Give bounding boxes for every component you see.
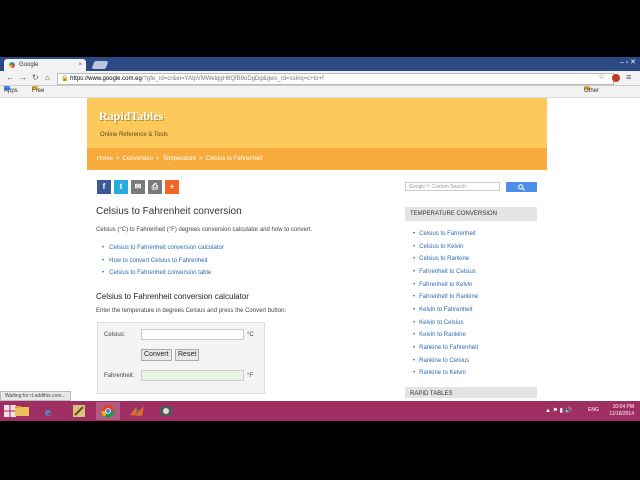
address-bar[interactable]: 🔒 https://www.google.com.eg/?gfe_rd=cr&e… bbox=[57, 73, 614, 85]
intro-text: Celsius (°C) to Fahrenheit (°F) degrees … bbox=[96, 227, 313, 233]
language-indicator[interactable]: ENG bbox=[588, 407, 599, 413]
clock[interactable]: 10:04 PM 11/16/2014 bbox=[609, 404, 634, 418]
fahrenheit-label: Fahrenheit: bbox=[104, 373, 135, 379]
browser-toolbar: ← → ↻ ⌂ 🔒 https://www.google.com.eg/?gfe… bbox=[0, 71, 640, 86]
calculator-title: Celsius to Fahrenheit conversion calcula… bbox=[96, 292, 249, 301]
reload-icon[interactable]: ↻ bbox=[32, 72, 39, 84]
converter-form: Celsius: °C Convert Reset Fahrenheit: °F bbox=[97, 322, 265, 394]
lock-icon: 🔒 bbox=[61, 76, 69, 82]
celsius-label: Celsius: bbox=[104, 332, 126, 338]
url-host: https://www.google.com.eg bbox=[70, 76, 142, 82]
google-favicon-icon bbox=[9, 62, 15, 68]
forward-icon[interactable]: → bbox=[19, 72, 27, 84]
web-page: RapidTables Online Reference & Tools Hom… bbox=[0, 98, 640, 398]
recorder-icon bbox=[160, 406, 172, 416]
back-icon[interactable]: ← bbox=[6, 72, 14, 84]
explorer-taskbar-button[interactable] bbox=[10, 402, 34, 420]
window-controls[interactable]: – ▫ ✕ bbox=[620, 58, 636, 66]
bookmarks-bar: Apps Free Lisps Other bookmarks bbox=[0, 86, 640, 105]
site-logo[interactable]: RapidTables bbox=[99, 109, 163, 124]
email-icon[interactable]: ✉ bbox=[131, 180, 145, 194]
toc-link[interactable]: How to convert Celsius to Fahrenheit bbox=[102, 258, 207, 264]
breadcrumb-current: Celsius to Fahrenheit bbox=[205, 156, 263, 162]
page-title: Celsius to Fahrenheit conversion bbox=[96, 206, 242, 217]
folder-icon bbox=[15, 406, 29, 416]
fahrenheit-output[interactable] bbox=[141, 370, 244, 381]
toc-link[interactable]: Celsius to Fahrenheit conversion calcula… bbox=[102, 245, 224, 251]
tab-close-icon[interactable]: × bbox=[78, 59, 82, 71]
site-tagline: Online Reference & Tools bbox=[100, 132, 168, 138]
breadcrumb-separator: > bbox=[116, 156, 120, 162]
search-icon bbox=[518, 184, 525, 191]
bookmark-apps-label: Apps bbox=[4, 88, 18, 94]
search-button[interactable] bbox=[506, 182, 537, 192]
convert-button[interactable]: Convert bbox=[141, 349, 172, 361]
fahrenheit-unit: °F bbox=[247, 373, 254, 379]
breadcrumb-home[interactable]: Home bbox=[97, 156, 113, 162]
clock-time: 10:04 PM bbox=[612, 404, 634, 410]
home-icon[interactable]: ⌂ bbox=[45, 72, 50, 84]
chrome-taskbar-button[interactable] bbox=[96, 402, 120, 420]
sidebar-link[interactable]: Rankine to Fahrenheit bbox=[413, 345, 478, 351]
toc-link[interactable]: Celsius to Fahrenheit conversion table bbox=[102, 270, 211, 276]
tab-google[interactable]: Google × bbox=[4, 59, 86, 71]
sidebar-link[interactable]: Kelvin to Fahrenheit bbox=[413, 307, 472, 313]
sidebar-link[interactable]: Rankine to Kelvin bbox=[413, 370, 466, 376]
matlab-taskbar-button[interactable] bbox=[125, 402, 149, 420]
breadcrumb-conversion[interactable]: Conversion bbox=[123, 156, 153, 162]
reset-button[interactable]: Reset bbox=[175, 349, 200, 361]
status-bubble: Waiting for rt.addthis.com... bbox=[0, 391, 71, 401]
breadcrumb-temperature[interactable]: Temperature bbox=[162, 156, 196, 162]
sidebar-link[interactable]: Celsius to Fahrenheit bbox=[413, 231, 476, 237]
tab-strip: Google × – ▫ ✕ bbox=[0, 57, 640, 71]
matlab-icon bbox=[130, 406, 144, 416]
app-icon bbox=[73, 405, 85, 417]
site-header: RapidTables Online Reference & Tools bbox=[87, 98, 547, 148]
celsius-unit: °C bbox=[247, 332, 254, 338]
chrome-icon bbox=[101, 404, 115, 418]
sidebar-link[interactable]: Fahrenheit to Rankine bbox=[413, 294, 478, 300]
share-icon[interactable]: + bbox=[165, 180, 179, 194]
breadcrumb-separator: > bbox=[199, 156, 203, 162]
svg-text:e: e bbox=[45, 404, 51, 419]
taskbar: e ▲ ⚑ ▮ 🔊 ENG 10:04 PM 11/16/2014 bbox=[0, 401, 640, 421]
breadcrumb: Home > Conversion > Temperature > Celsius to F… bbox=[87, 148, 547, 170]
app-taskbar-button[interactable] bbox=[67, 402, 91, 420]
extension-icon[interactable] bbox=[612, 74, 620, 82]
sidebar-link[interactable]: Fahrenheit to Celsius bbox=[413, 269, 476, 275]
ie-taskbar-button[interactable]: e bbox=[38, 402, 62, 420]
celsius-input[interactable] bbox=[141, 329, 244, 340]
sidebar-link[interactable]: Kelvin to Rankine bbox=[413, 332, 466, 338]
system-tray-icons[interactable]: ▲ ⚑ ▮ 🔊 bbox=[545, 407, 572, 414]
chrome-menu-icon[interactable]: ≡ bbox=[626, 72, 631, 82]
sidebar-link[interactable]: Celsius to Kelvin bbox=[413, 244, 463, 250]
new-tab-button[interactable] bbox=[91, 61, 109, 69]
clock-date: 11/16/2014 bbox=[609, 411, 634, 417]
calculator-instructions: Enter the temperature in degrees Celsius… bbox=[96, 308, 287, 314]
bookmark-star-icon[interactable]: ☆ bbox=[598, 72, 605, 81]
sidebar-link[interactable]: Rankine to Celsius bbox=[413, 358, 469, 364]
recorder-taskbar-button[interactable] bbox=[154, 402, 178, 420]
twitter-icon[interactable]: t bbox=[114, 180, 128, 194]
sidebar-link[interactable]: Celsius to Rankine bbox=[413, 256, 469, 262]
sidebar-heading: RAPID TABLES bbox=[405, 387, 537, 398]
facebook-icon[interactable]: f bbox=[97, 180, 111, 194]
url-path: /?gfe_rd=cr&ei=YAlpVMWelqgH8QfB9oDgDg&gw… bbox=[141, 76, 324, 82]
internet-explorer-icon: e bbox=[45, 404, 51, 419]
sidebar-heading: TEMPERATURE CONVERSION bbox=[405, 207, 537, 221]
sidebar-link[interactable]: Kelvin to Celsius bbox=[413, 320, 463, 326]
breadcrumb-separator: > bbox=[155, 156, 160, 162]
print-icon[interactable]: ⎙ bbox=[148, 180, 162, 194]
tab-title: Google bbox=[19, 62, 39, 68]
sidebar-link[interactable]: Fahrenheit to Kelvin bbox=[413, 282, 472, 288]
search-input[interactable]: Google™ Custom Search bbox=[405, 182, 500, 191]
